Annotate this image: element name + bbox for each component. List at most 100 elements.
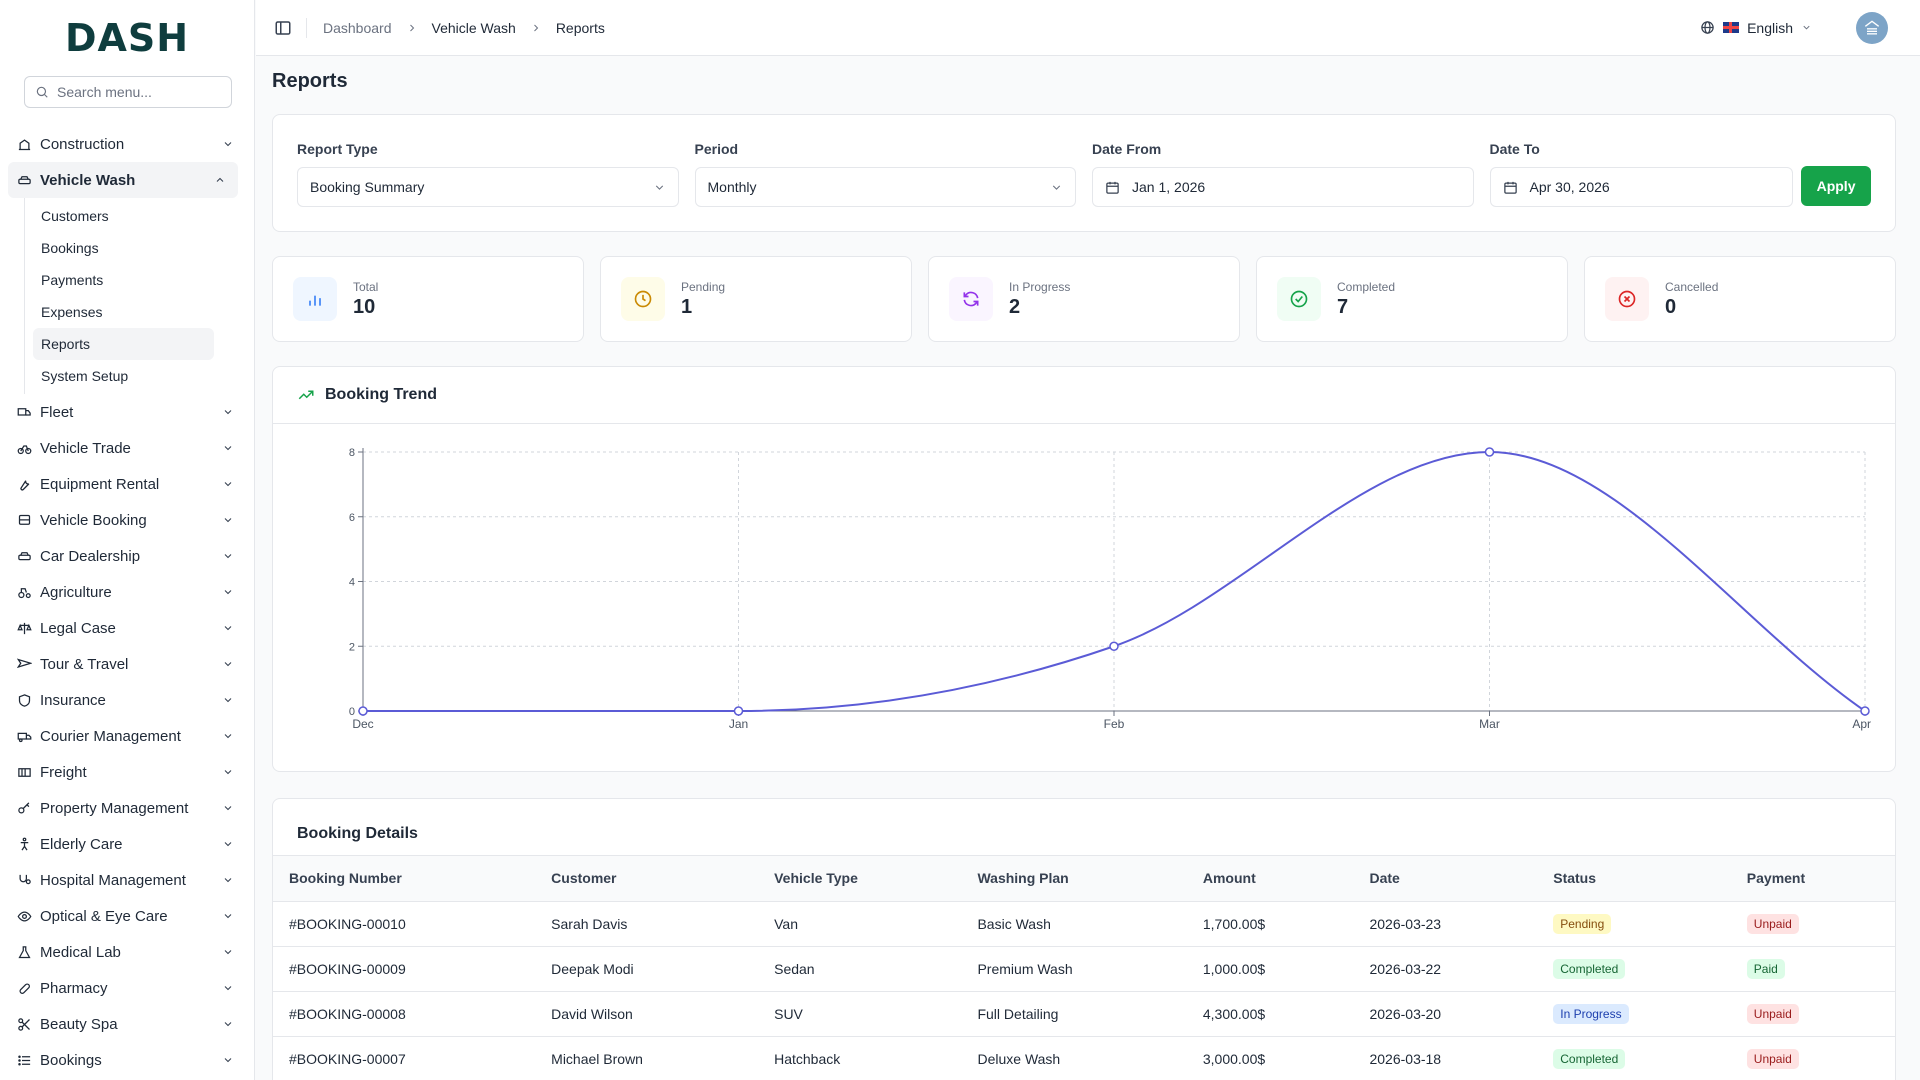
sidebar-item-bookings[interactable]: Bookings — [0, 1042, 254, 1078]
check-circle-icon — [1277, 277, 1321, 321]
construction-icon — [16, 136, 32, 152]
stat-value: 1 — [681, 295, 693, 318]
apply-button[interactable]: Apply — [1801, 166, 1871, 206]
wrench-icon — [16, 476, 32, 492]
period-select[interactable]: Monthly — [694, 167, 1076, 207]
sidebar-item-label: Beauty Spa — [40, 1015, 118, 1033]
cell-amount: 1,000.00$ — [1186, 946, 1354, 992]
sidebar-item-freight[interactable]: Freight — [0, 754, 254, 790]
chevron-down-icon — [1803, 25, 1810, 30]
breadcrumb-vehicle-wash[interactable]: Vehicle Wash — [432, 20, 516, 36]
sidebar-item-beauty-spa[interactable]: Beauty Spa — [0, 1006, 254, 1042]
sidebar-item-equipment-rental[interactable]: Equipment Rental — [0, 466, 254, 502]
sidebar-toggle-icon[interactable] — [274, 19, 292, 37]
date-to-value: Apr 30, 2026 — [1529, 179, 1610, 195]
sidebar-item-legal-case[interactable]: Legal Case — [0, 610, 254, 646]
cell-status: In Progress — [1537, 991, 1731, 1037]
stat-text: Cancelled 0 — [1665, 280, 1718, 319]
breadcrumb-dashboard[interactable]: Dashboard — [323, 20, 392, 36]
delivery-truck-icon — [16, 728, 32, 744]
key-icon — [16, 800, 32, 816]
booking-details-card: Booking Details Booking Number Customer Ve… — [272, 798, 1896, 1080]
date-to-input[interactable]: Apr 30, 2026 — [1489, 167, 1794, 207]
avatar[interactable] — [1856, 11, 1888, 44]
report-type-select[interactable]: Booking Summary — [297, 167, 679, 207]
sidebar-item-label: Vehicle Booking — [40, 511, 147, 529]
cell-status: Pending — [1537, 901, 1731, 947]
sidebar-item-optical-eye-care[interactable]: Optical & Eye Care — [0, 898, 254, 934]
y-tick-label: 2 — [349, 641, 355, 653]
sidebar-subitem-expenses[interactable]: Expenses — [25, 296, 214, 328]
table-row[interactable]: #BOOKING-00009 Deepak Modi Sedan Premium Wa… — [273, 946, 1895, 992]
scissors-icon — [16, 1016, 32, 1032]
search-input[interactable]: Search menu... — [24, 76, 232, 108]
sidebar-subitem-reports[interactable]: Reports — [33, 328, 214, 360]
table-row[interactable]: #BOOKING-00007 Michael Brown Hatchback Delu… — [273, 1036, 1895, 1080]
sidebar-item-pharmacy[interactable]: Pharmacy — [0, 970, 254, 1006]
language-selector[interactable]: English — [1700, 20, 1812, 36]
column-header-booking-number: Booking Number — [273, 856, 536, 902]
booking-trend-title: Booking Trend — [325, 386, 437, 403]
sidebar-subitem-payments[interactable]: Payments — [25, 264, 214, 296]
sidebar-item-tour-travel[interactable]: Tour & Travel — [0, 646, 254, 682]
sidebar-item-car-dealership[interactable]: Car Dealership — [0, 538, 254, 574]
car-icon — [16, 172, 32, 188]
sidebar-item-vehicle-booking[interactable]: Vehicle Booking — [0, 502, 254, 538]
cell-washing-plan: Deluxe Wash — [961, 1036, 1187, 1080]
cell-booking-number: #BOOKING-00010 — [273, 901, 536, 947]
stat-card-total: Total 10 — [272, 256, 584, 342]
stat-label: Total — [353, 279, 379, 294]
sidebar-item-label: Tour & Travel — [40, 655, 129, 673]
trending-up-icon — [298, 390, 314, 400]
sidebar-item-vehicle-trade[interactable]: Vehicle Trade — [0, 430, 254, 466]
column-header-payment: Payment — [1730, 856, 1895, 902]
sidebar-item-hospital-management[interactable]: Hospital Management — [0, 862, 254, 898]
search-icon — [36, 86, 48, 98]
chevron-down-icon — [224, 878, 232, 883]
sidebar-item-label: Construction — [40, 135, 125, 153]
clock-icon — [621, 277, 665, 321]
filter-panel: Report Type Booking Summary Period Month… — [272, 114, 1896, 232]
cell-date: 2026-03-20 — [1353, 991, 1538, 1037]
calendar-icon — [1503, 181, 1517, 194]
sidebar-item-courier-management[interactable]: Courier Management — [0, 718, 254, 754]
period-label: Period — [694, 141, 739, 157]
plane-icon — [16, 656, 32, 672]
sidebar-item-label: Vehicle Trade — [40, 439, 131, 457]
cell-date: 2026-03-18 — [1353, 1036, 1538, 1080]
page-title: Reports — [272, 70, 348, 92]
sidebar-subitem-customers[interactable]: Customers — [25, 200, 214, 232]
sidebar-item-medical-lab[interactable]: Medical Lab — [0, 934, 254, 970]
sidebar-item-label: Optical & Eye Care — [40, 907, 168, 925]
sidebar-item-label: Medical Lab — [40, 943, 121, 961]
chevron-down-icon — [224, 410, 232, 415]
sidebar-subnav-vehicle-wash: Customers Bookings Payments Expenses Reports… — [24, 198, 254, 394]
sidebar-item-property-management[interactable]: Property Management — [0, 790, 254, 826]
booking-trend-header: Booking Trend — [273, 367, 1895, 424]
table-row[interactable]: #BOOKING-00008 David Wilson SUV Full Detail… — [273, 991, 1895, 1037]
x-circle-icon — [1605, 277, 1649, 321]
line-chart: 02468Dec Jan Feb Mar Apr — [349, 447, 1871, 731]
logo[interactable]: DASH — [0, 0, 254, 76]
scale-icon — [16, 620, 32, 636]
sidebar-item-fleet[interactable]: Fleet — [0, 394, 254, 430]
payment-badge: Unpaid — [1746, 1003, 1799, 1024]
chevron-down-icon — [224, 986, 232, 991]
sidebar-subitem-system-setup[interactable]: System Setup — [25, 360, 214, 392]
sidebar-item-label: Car Dealership — [40, 547, 141, 565]
sidebar-item-agriculture[interactable]: Agriculture — [0, 574, 254, 610]
date-from-input[interactable]: Jan 1, 2026 — [1092, 167, 1474, 207]
table-row[interactable]: #BOOKING-00010 Sarah Davis Van Basic Wash 1,… — [273, 901, 1895, 947]
cell-payment: Unpaid — [1730, 901, 1895, 947]
table-header-row: Booking Number Customer Vehicle Type Washin… — [273, 856, 1895, 902]
x-tick-label: Jan — [729, 717, 748, 731]
sidebar-subitem-bookings[interactable]: Bookings — [25, 232, 214, 264]
table-body: #BOOKING-00010 Sarah Davis Van Basic Wash 1,… — [273, 901, 1895, 1080]
sidebar-item-insurance[interactable]: Insurance — [0, 682, 254, 718]
list-icon — [16, 1052, 32, 1068]
sidebar-item-vehicle-wash[interactable]: Vehicle Wash — [8, 162, 238, 198]
sidebar-item-elderly-care[interactable]: Elderly Care — [0, 826, 254, 862]
sidebar-item-construction[interactable]: Construction — [0, 126, 254, 162]
cell-vehicle-type: Hatchback — [758, 1036, 962, 1080]
chevron-down-icon — [224, 1058, 232, 1063]
